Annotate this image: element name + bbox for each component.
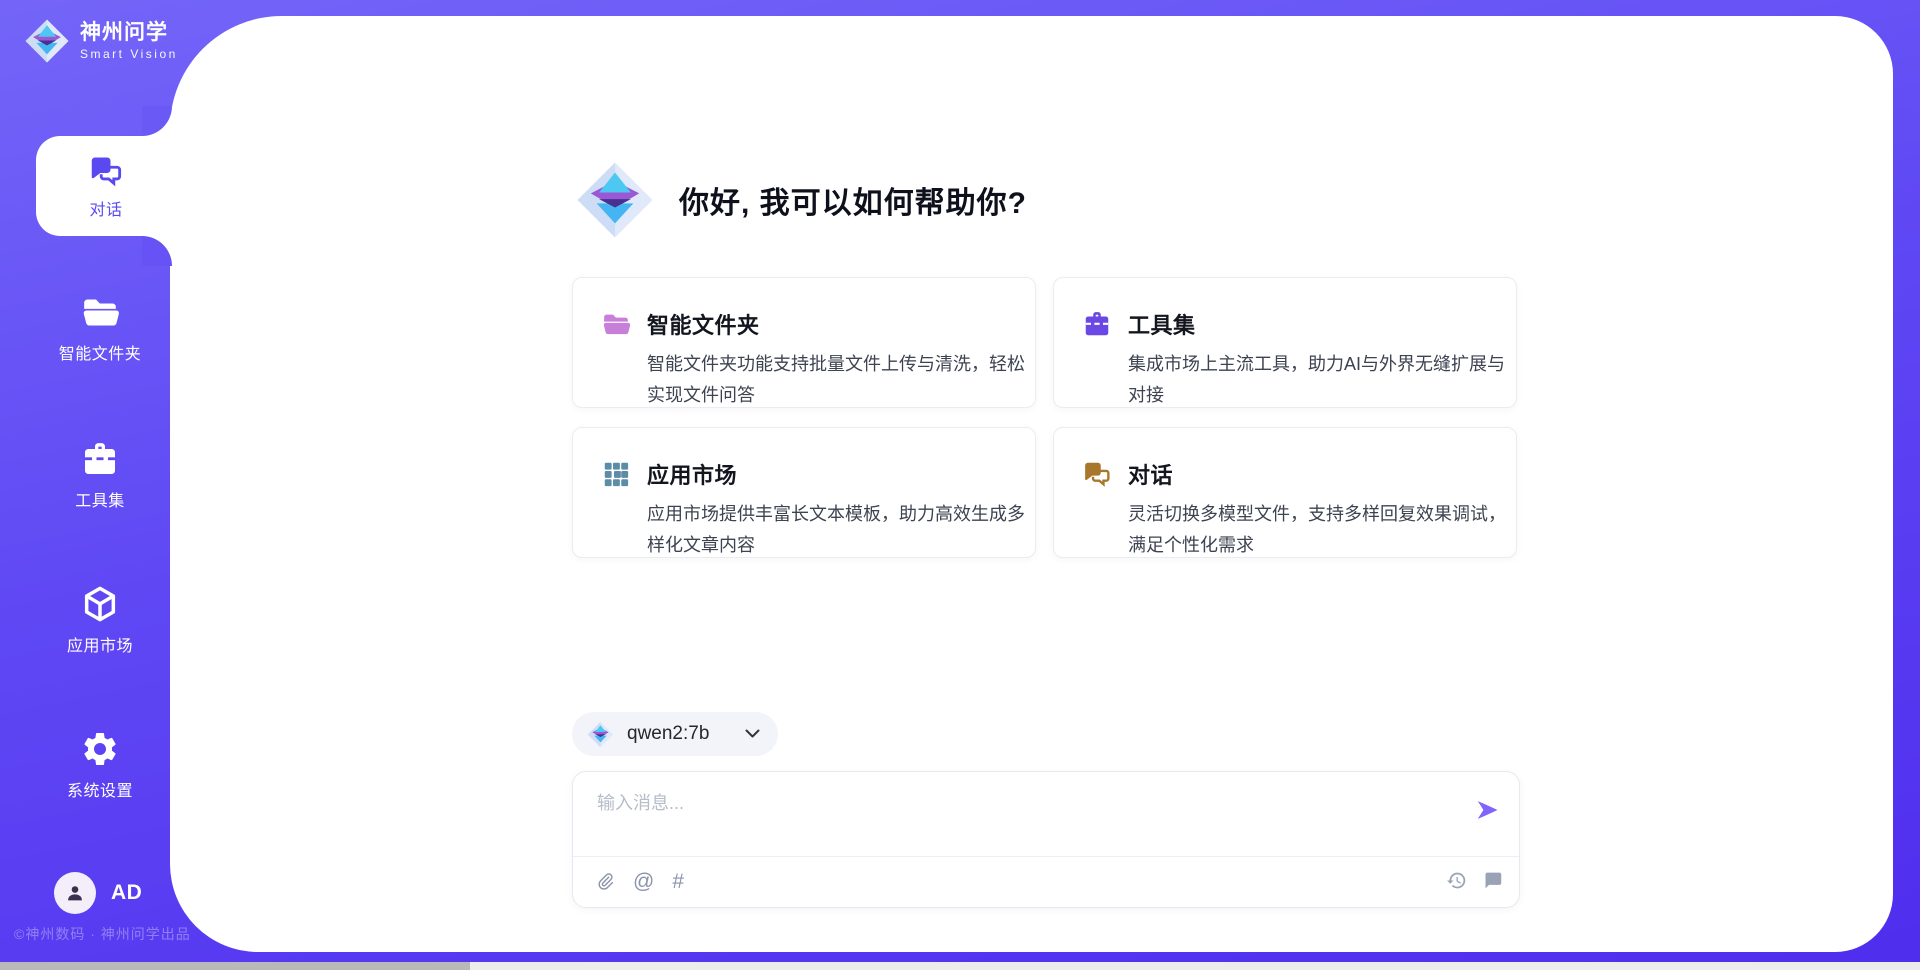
brand: 神州问学 Smart Vision	[24, 18, 178, 64]
card-description: 集成市场上主流工具，助力AI与外界无缝扩展与对接	[1128, 349, 1514, 411]
history-button[interactable]	[1446, 870, 1467, 891]
at-icon: @	[633, 870, 654, 894]
chat-bubbles-icon	[88, 153, 124, 189]
chat-square-icon	[1482, 870, 1503, 891]
card-title: 应用市场	[647, 458, 737, 490]
send-icon	[1473, 796, 1501, 824]
composer-tools-left: @ #	[595, 870, 684, 894]
chevron-down-icon	[745, 729, 760, 739]
composer-divider	[573, 856, 1519, 857]
greeting-title: 你好, 我可以如何帮助你?	[679, 178, 1027, 222]
sidebar-item-label: 对话	[89, 196, 122, 220]
horizontal-scrollbar	[0, 962, 1920, 970]
send-button[interactable]	[1473, 796, 1501, 827]
card-description: 智能文件夹功能支持批量文件上传与清洗，轻松实现文件问答	[647, 349, 1033, 411]
toolbox-icon	[80, 439, 120, 479]
person-icon	[64, 882, 86, 904]
mention-button[interactable]: @	[633, 870, 654, 894]
feature-cards: 智能文件夹 智能文件夹功能支持批量文件上传与清洗，轻松实现文件问答 工具集 集成…	[572, 277, 1517, 558]
brand-name: 神州问学	[80, 21, 178, 45]
sidebar-item-label: 应用市场	[67, 632, 133, 656]
hash-icon: #	[672, 870, 684, 894]
user-initials: AD	[111, 881, 142, 905]
active-tab-fillet-bottom	[142, 236, 172, 266]
card-title: 工具集	[1128, 308, 1196, 340]
gear-icon	[80, 729, 120, 769]
message-input[interactable]	[597, 789, 1457, 847]
grid-icon	[601, 459, 631, 489]
composer-tools-right	[1446, 870, 1503, 891]
horizontal-scrollbar-thumb[interactable]	[0, 962, 470, 970]
model-selector[interactable]: qwen2:7b	[572, 712, 778, 756]
sidebar-item-settings[interactable]: 系统设置	[0, 729, 170, 801]
folder-icon	[80, 292, 120, 332]
chat-bubbles-icon	[1082, 459, 1112, 489]
cube-icon	[80, 584, 120, 624]
sidebar-item-app-market[interactable]: 应用市场	[0, 584, 170, 656]
topic-button[interactable]: #	[672, 870, 684, 894]
card-description: 灵活切换多模型文件，支持多样回复效果调试，满足个性化需求	[1128, 499, 1514, 561]
app-window: 神州问学 Smart Vision 对话 智能文件夹 工具集 应用市场 系统设置…	[0, 0, 1920, 970]
brand-subtitle: Smart Vision	[80, 47, 178, 61]
greeting: 你好, 我可以如何帮助你?	[575, 160, 1027, 240]
brand-logo-diamond-icon	[24, 18, 70, 64]
history-clock-icon	[1446, 870, 1467, 891]
sidebar-item-smart-folder[interactable]: 智能文件夹	[0, 292, 170, 364]
card-title: 对话	[1128, 458, 1173, 490]
user-profile[interactable]: AD	[54, 872, 142, 914]
card-chat[interactable]: 对话 灵活切换多模型文件，支持多样回复效果调试，满足个性化需求	[1053, 427, 1517, 558]
active-tab-fillet-top	[142, 106, 172, 136]
card-app-market[interactable]: 应用市场 应用市场提供丰富长文本模板，助力高效生成多样化文章内容	[572, 427, 1036, 558]
greeting-diamond-icon	[575, 160, 655, 240]
copyright-footer: ©神州数码 · 神州问学出品	[14, 924, 191, 944]
toolbox-icon	[1082, 309, 1112, 339]
model-name: qwen2:7b	[627, 723, 732, 745]
folder-open-icon	[601, 309, 631, 339]
sidebar-item-chat[interactable]: 对话	[36, 136, 176, 236]
card-smart-folder[interactable]: 智能文件夹 智能文件夹功能支持批量文件上传与清洗，轻松实现文件问答	[572, 277, 1036, 408]
feedback-button[interactable]	[1482, 870, 1503, 891]
sidebar-item-label: 智能文件夹	[59, 340, 142, 364]
sidebar-item-label: 工具集	[75, 487, 125, 511]
paperclip-icon	[595, 871, 615, 893]
card-description: 应用市场提供丰富长文本模板，助力高效生成多样化文章内容	[647, 499, 1033, 561]
avatar	[54, 872, 96, 914]
card-title: 智能文件夹	[647, 308, 760, 340]
sidebar-item-label: 系统设置	[67, 777, 133, 801]
attachment-button[interactable]	[595, 871, 615, 893]
sidebar-item-toolset[interactable]: 工具集	[0, 439, 170, 511]
card-toolset[interactable]: 工具集 集成市场上主流工具，助力AI与外界无缝扩展与对接	[1053, 277, 1517, 408]
model-diamond-icon	[587, 721, 614, 748]
message-composer: @ #	[572, 771, 1520, 908]
